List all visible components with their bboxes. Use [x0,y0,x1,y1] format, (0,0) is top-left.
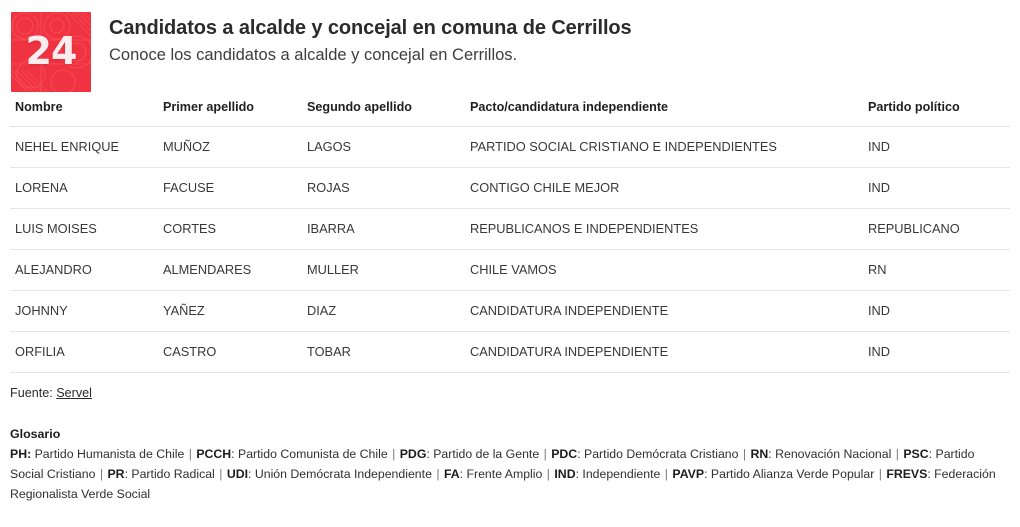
column-header-pacto: Pacto/candidatura independiente [465,86,863,127]
glossary-desc: : Renovación Nacional [768,447,892,462]
candidates-page: 24 Candidatos a alcalde y concejal en co… [0,0,1020,527]
page-footer: Fuente: Servel Glosario PH: Partido Huma… [0,373,1020,505]
table-header: Nombre Primer apellido Segundo apellido … [10,86,1010,127]
cell-nombre: ORFILIA [10,331,158,373]
glossary-abbr: FA [443,467,460,482]
cell-pacto: CANDIDATURA INDEPENDIENTE [465,290,863,332]
glossary-separator: | [739,447,750,462]
column-header-nombre: Nombre [10,86,158,127]
header-titles: Candidatos a alcalde y concejal en comun… [91,12,632,66]
glossary-desc: : Independiente [575,467,661,482]
cell-partido: REPUBLICANO [863,208,1010,250]
glossary-separator: | [388,447,399,462]
table-row: JOHNNY YAÑEZ DIAZ CANDIDATURA INDEPENDIE… [10,290,1010,332]
glossary-abbr: PSC [903,447,929,462]
cell-pacto: PARTIDO SOCIAL CRISTIANO E INDEPENDIENTE… [465,126,863,168]
24-horas-logo: 24 [11,12,91,92]
page-header: 24 Candidatos a alcalde y concejal en co… [0,0,1020,92]
glossary-separator: | [875,467,886,482]
glossary-abbr: PCCH [196,447,232,462]
glossary-abbr: PR [107,467,125,482]
page-title: Candidatos a alcalde y concejal en comun… [109,17,632,39]
cell-segundo-apellido: MULLER [302,249,465,291]
cell-primer-apellido: ALMENDARES [158,249,302,291]
cell-partido: IND [863,290,1010,332]
candidates-table: Nombre Primer apellido Segundo apellido … [10,86,1010,373]
cell-segundo-apellido: DIAZ [302,290,465,332]
cell-primer-apellido: YAÑEZ [158,290,302,332]
glossary-separator: | [543,467,554,482]
column-header-segundo-apellido: Segundo apellido [302,86,465,127]
glossary-abbr: PH: [10,447,32,462]
glossary-desc: : Partido Alianza Verde Popular [704,467,875,482]
candidates-table-wrapper: Nombre Primer apellido Segundo apellido … [0,86,1020,373]
glossary-separator: | [215,467,226,482]
glossary-desc: Partido Humanista de Chile [31,447,185,462]
glossary-body: PH: Partido Humanista de Chile | PCCH: P… [10,445,1000,505]
column-header-primer-apellido: Primer apellido [158,86,302,127]
cell-primer-apellido: MUÑOZ [158,126,302,168]
table-row: NEHEL ENRIQUE MUÑOZ LAGOS PARTIDO SOCIAL… [10,126,1010,168]
cell-nombre: JOHNNY [10,290,158,332]
cell-segundo-apellido: LAGOS [302,126,465,168]
column-header-partido: Partido político [863,86,1010,127]
cell-pacto: REPUBLICANOS E INDEPENDIENTES [465,208,863,250]
glossary-abbr: UDI [226,467,249,482]
glossary-abbr: PDC [551,447,578,462]
cell-partido: IND [863,331,1010,373]
page-subtitle: Conoce los candidatos a alcalde y concej… [109,46,518,64]
glossary-separator: | [96,467,107,482]
glossary-separator: | [432,467,443,482]
cell-partido: RN [863,249,1010,291]
glossary-desc: : Frente Amplio [459,467,543,482]
cell-partido: IND [863,126,1010,168]
glossary-title: Glosario [10,427,61,442]
glossary-separator: | [661,467,672,482]
table-row: LORENA FACUSE ROJAS CONTIGO CHILE MEJOR … [10,167,1010,209]
glossary-desc: : Partido Demócrata Cristiano [577,447,739,462]
cell-segundo-apellido: ROJAS [302,167,465,209]
glossary-abbr: FREVS [886,467,928,482]
cell-partido: IND [863,167,1010,209]
glossary-abbr: RN [750,447,769,462]
cell-nombre: ALEJANDRO [10,249,158,291]
glossary-desc: : Partido Radical [124,467,215,482]
cell-segundo-apellido: TOBAR [302,331,465,373]
table-row: LUIS MOISES CORTES IBARRA REPUBLICANOS E… [10,208,1010,250]
glossary-separator: | [185,447,196,462]
cell-pacto: CANDIDATURA INDEPENDIENTE [465,331,863,373]
table-row: ALEJANDRO ALMENDARES MULLER CHILE VAMOS … [10,249,1010,291]
source-label: Fuente: [10,385,53,400]
cell-pacto: CHILE VAMOS [465,249,863,291]
glossary-desc: : Unión Demócrata Independiente [248,467,432,482]
glossary: Glosario PH: Partido Humanista de Chile … [10,402,1000,505]
glossary-abbr: PDG [399,447,427,462]
cell-nombre: NEHEL ENRIQUE [10,126,158,168]
table-body: NEHEL ENRIQUE MUÑOZ LAGOS PARTIDO SOCIAL… [10,126,1010,373]
cell-primer-apellido: CASTRO [158,331,302,373]
cell-nombre: LORENA [10,167,158,209]
glossary-desc: : Partido de la Gente [426,447,540,462]
glossary-separator: | [892,447,903,462]
glossary-desc: : Partido Comunista de Chile [231,447,388,462]
cell-primer-apellido: CORTES [158,208,302,250]
table-header-row: Nombre Primer apellido Segundo apellido … [10,86,1010,127]
cell-segundo-apellido: IBARRA [302,208,465,250]
cell-pacto: CONTIGO CHILE MEJOR [465,167,863,209]
source-link-servel[interactable]: Servel [56,386,92,400]
glossary-abbr: PAVP [672,467,705,482]
cell-nombre: LUIS MOISES [10,208,158,250]
table-row: ORFILIA CASTRO TOBAR CANDIDATURA INDEPEN… [10,331,1010,373]
source-line: Fuente: Servel [10,373,1010,403]
glossary-abbr: IND [554,467,576,482]
logo-number: 24 [25,29,78,74]
glossary-separator: | [540,447,551,462]
cell-primer-apellido: FACUSE [158,167,302,209]
